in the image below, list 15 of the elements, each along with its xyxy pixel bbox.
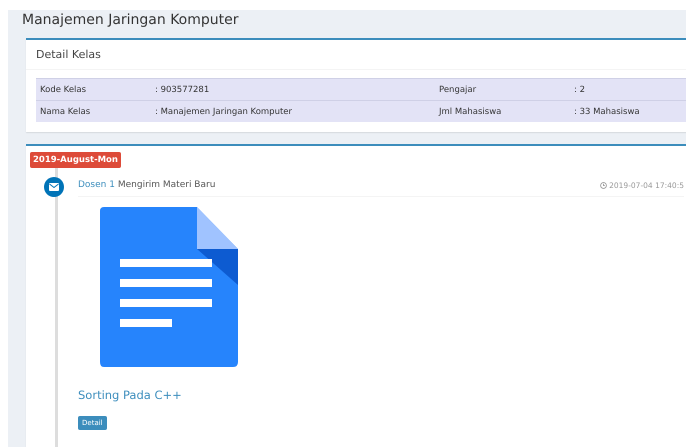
table-cell-text: : 2 (574, 84, 586, 94)
file-title[interactable]: Sorting Pada C++ (78, 388, 686, 402)
table-cell-text: Jml Mahasiswa (439, 106, 502, 116)
table-cell-text: Nama Kelas (40, 106, 92, 116)
timeline-header: Dosen 1 Mengirim Materi Baru (78, 180, 216, 190)
table-cell-text: : Manajemen Jaringan Komputer (155, 106, 294, 116)
panel-title: Detail Kelas (26, 40, 686, 70)
date-label: 2019-August-Mon (30, 152, 121, 168)
envelope-icon (44, 177, 64, 197)
table-cell-text: Pengajar (439, 84, 478, 94)
page-title: Manajemen Jaringan Komputer (22, 11, 240, 30)
table-cell-text: : 33 Mahasiswa (574, 106, 641, 116)
clock-icon (600, 182, 608, 188)
table-cell-text: : 903577281 (155, 84, 210, 94)
table-cell-text: Kode Kelas (40, 84, 88, 94)
